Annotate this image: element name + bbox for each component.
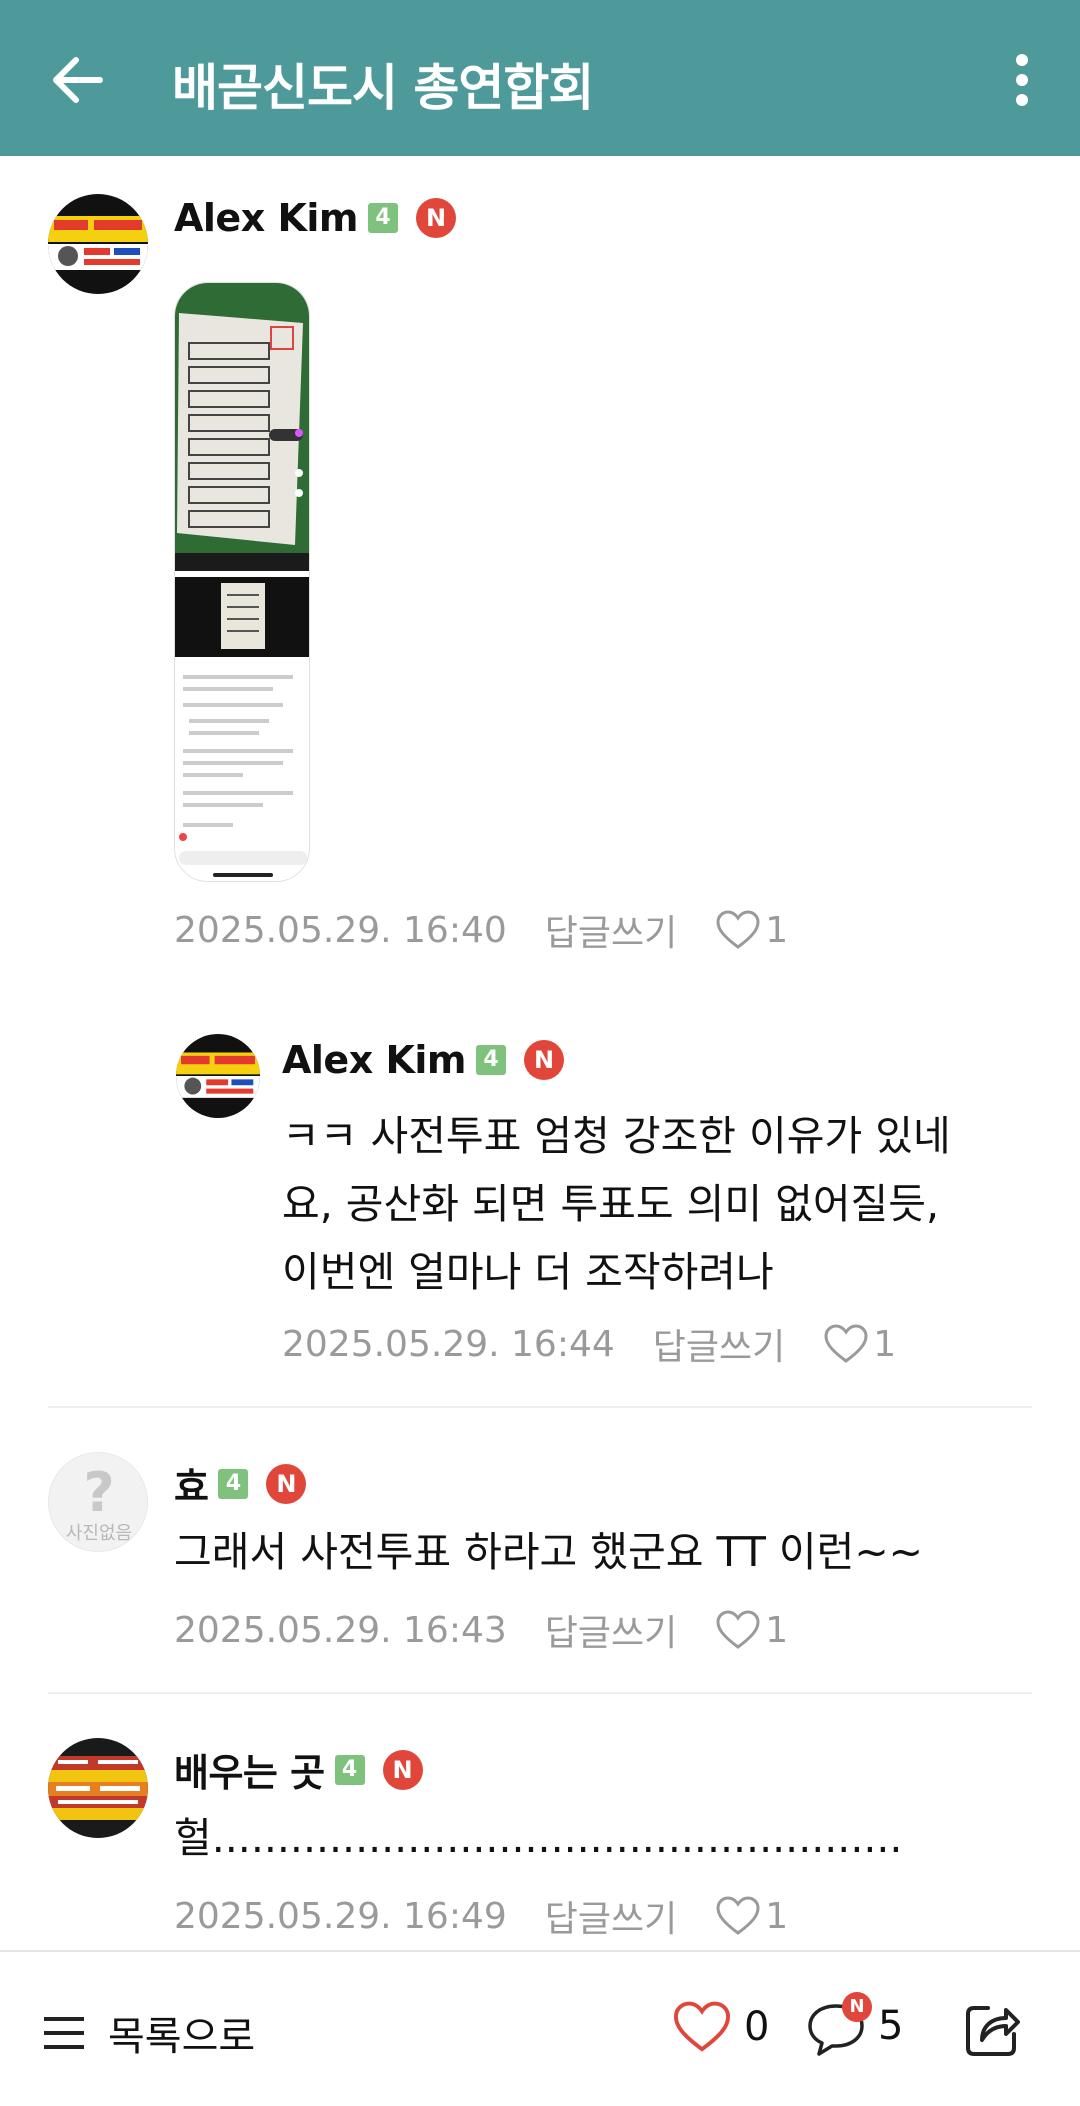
author-name[interactable]: 배우는 곳 (174, 1742, 325, 1797)
like-button[interactable]: 1 (823, 1324, 896, 1365)
reply-button[interactable]: 답글쓰기 (545, 1890, 677, 1942)
avatar[interactable] (176, 1034, 260, 1118)
menu-lines-icon (44, 2017, 84, 2049)
avatar-placeholder-text: 사진없음 (65, 1523, 133, 1544)
comment-meta: 2025.05.29. 16:40 답글쓰기 1 (174, 904, 788, 956)
back-to-list-button[interactable]: 목록으로 (44, 2004, 255, 2062)
avatar[interactable] (48, 194, 148, 294)
comment-count: 5 (878, 2003, 904, 2049)
author-line: Alex Kim 4 N (282, 1038, 565, 1082)
comment-date: 2025.05.29. 16:40 (174, 909, 507, 951)
new-badge: N (382, 1749, 423, 1790)
level-badge: 4 (476, 1045, 507, 1075)
divider (48, 1406, 1032, 1408)
arrow-left-icon (53, 57, 103, 103)
author-line: 배우는 곳 4 N (174, 1742, 423, 1797)
level-badge: 4 (334, 1754, 365, 1785)
page-title: 배곧신도시 총연합회 (172, 59, 594, 117)
heart-icon (716, 1610, 760, 1649)
like-button[interactable]: 1 (715, 1610, 788, 1651)
share-icon (966, 2006, 1020, 2056)
comment-date: 2025.05.29. 16:44 (282, 1323, 615, 1365)
comment-meta: 2025.05.29. 16:44 답글쓰기 1 (282, 1318, 896, 1370)
level-badge: 4 (218, 1468, 249, 1499)
post-like-button[interactable]: 0 (672, 2000, 769, 2054)
comment-text-line: ㅋㅋ 사전투표 엄청 강조한 이유가 있네 (282, 1112, 951, 1160)
like-count: 1 (765, 909, 789, 951)
comment-meta: 2025.05.29. 16:49 답글쓰기 1 (174, 1890, 788, 1942)
share-button[interactable] (962, 2000, 1022, 2064)
post-like-count: 0 (744, 2004, 770, 2050)
heart-icon (716, 910, 760, 949)
reply-button[interactable]: 답글쓰기 (545, 1604, 677, 1656)
attached-image[interactable] (174, 282, 310, 882)
question-mark-icon: ? (83, 1461, 114, 1519)
comment-meta: 2025.05.29. 16:43 답글쓰기 1 (174, 1604, 788, 1656)
svg-text:?: ? (83, 1461, 114, 1519)
comment-date: 2025.05.29. 16:43 (174, 1609, 507, 1651)
app-bar: 배곧신도시 총연합회 (0, 0, 1080, 156)
comment-text: ㅋㅋ 사전투표 엄청 강조한 이유가 있네 요, 공산화 되면 투표도 의미 없… (282, 1102, 1042, 1306)
author-line: Alex Kim 4 N (174, 196, 457, 240)
like-count: 1 (765, 1609, 789, 1651)
like-button[interactable]: 1 (715, 1896, 788, 1937)
avatar[interactable]: ? 사진없음 (48, 1452, 148, 1552)
bottom-action-bar: 목록으로 0 N 5 (0, 1950, 1080, 2106)
avatar[interactable] (48, 1738, 148, 1838)
vertical-dots-icon (1016, 54, 1028, 106)
heart-icon (673, 2001, 731, 2052)
author-name[interactable]: Alex Kim (174, 196, 359, 240)
author-name[interactable]: Alex Kim (282, 1038, 467, 1082)
comment-date: 2025.05.29. 16:49 (174, 1895, 507, 1937)
comments-button[interactable]: N 5 (806, 1992, 904, 2056)
more-options-button[interactable] (994, 44, 1050, 116)
like-button[interactable]: 1 (715, 910, 788, 951)
reply-button[interactable]: 답글쓰기 (653, 1318, 785, 1370)
comment-text: 그래서 사전투표 하라고 했군요 TT 이런~~ (174, 1528, 924, 1576)
like-count: 1 (873, 1323, 897, 1365)
back-button[interactable] (44, 46, 112, 114)
author-name[interactable]: 효 (174, 1456, 209, 1511)
divider (48, 1692, 1032, 1694)
reply-button[interactable]: 답글쓰기 (545, 904, 677, 956)
new-badge: N (266, 1463, 307, 1504)
comment-text: 헐.......................................… (174, 1814, 903, 1862)
heart-icon (716, 1896, 760, 1935)
new-badge: N (416, 198, 457, 238)
new-badge: N (524, 1040, 565, 1080)
back-to-list-label: 목록으로 (108, 2014, 256, 2060)
comment-new-badge: N (842, 1992, 872, 2022)
author-line: 효 4 N (174, 1456, 307, 1511)
heart-icon (824, 1324, 868, 1363)
level-badge: 4 (368, 203, 399, 233)
comment-text-line: 요, 공산화 되면 투표도 의미 없어질듯, (282, 1180, 940, 1228)
like-count: 1 (765, 1895, 789, 1937)
comment-text-line: 이번엔 얼마나 더 조작하려나 (282, 1248, 774, 1296)
